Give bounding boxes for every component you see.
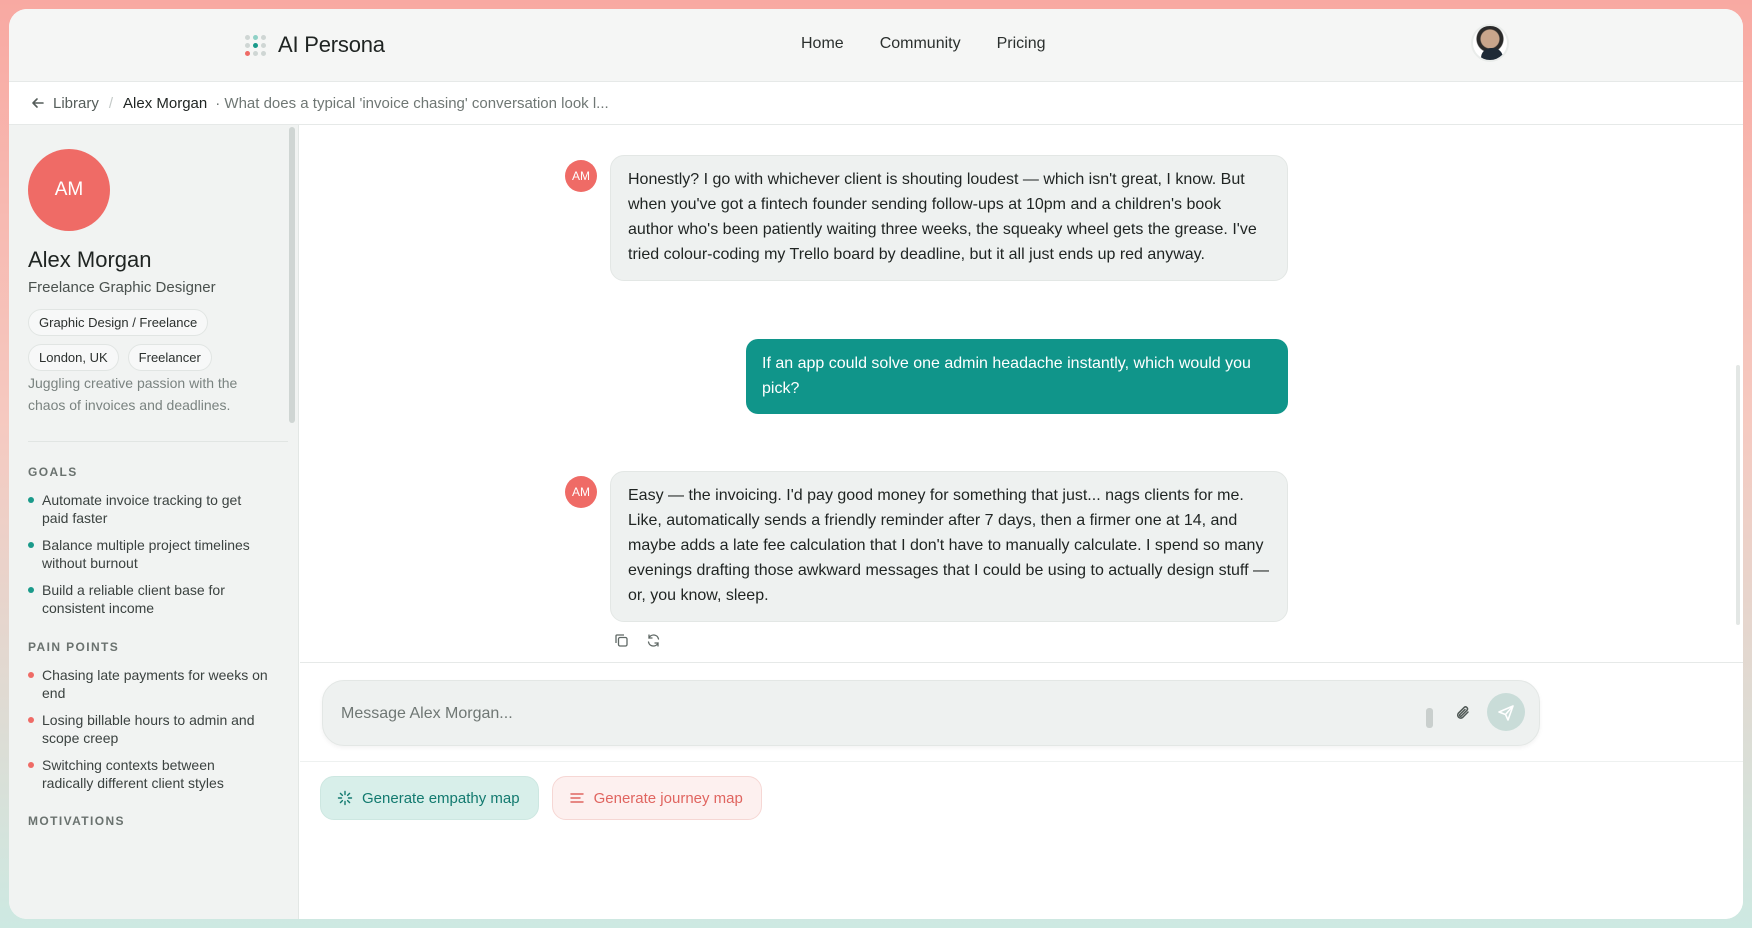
breadcrumb-description: · What does a typical 'invoice chasing' … <box>215 94 609 112</box>
user-avatar[interactable] <box>1471 24 1509 62</box>
goal-item: Automate invoice tracking to get paid fa… <box>28 491 268 527</box>
message-actions <box>612 631 662 649</box>
persona-name: Alex Morgan <box>28 247 152 272</box>
composer-area: Generate empathy map Generate journey ma… <box>300 662 1743 919</box>
breadcrumb: Library / Alex Morgan · What does a typi… <box>9 82 1743 125</box>
input-scrollbar[interactable] <box>1426 708 1433 728</box>
persona-tag: Freelancer <box>127 344 212 371</box>
pain-points-list: Chasing late payments for weeks on end L… <box>28 666 268 801</box>
send-button[interactable] <box>1487 693 1525 731</box>
top-nav: AI Persona Home Community Pricing <box>9 9 1743 82</box>
persona-bio: Juggling creative passion with the chaos… <box>28 375 238 413</box>
goal-item: Balance multiple project timelines witho… <box>28 536 268 572</box>
action-row: Generate empathy map Generate journey ma… <box>320 776 762 820</box>
chat-transcript: AM Honestly? I go with whichever client … <box>300 125 1743 662</box>
pain-point-item: Chasing late payments for weeks on end <box>28 666 268 702</box>
user-message: If an app could solve one admin headache… <box>746 339 1288 414</box>
persona-sidebar: AM Alex Morgan Freelance Graphic Designe… <box>9 125 299 919</box>
message-avatar: AM <box>565 160 597 192</box>
arrow-left-icon <box>32 98 44 108</box>
logo-icon <box>245 34 266 56</box>
breadcrumb-current[interactable]: Alex Morgan <box>123 95 207 112</box>
breadcrumb-back-link[interactable]: Library <box>31 95 99 112</box>
pain-point-item: Switching contexts between radically dif… <box>28 756 268 792</box>
message-input[interactable] <box>341 699 1401 729</box>
app-window: AI Persona Home Community Pricing Librar… <box>9 9 1743 919</box>
assistant-message: Honestly? I go with whichever client is … <box>610 155 1288 281</box>
persona-role: Freelance Graphic Designer <box>28 279 216 296</box>
nav-link-home[interactable]: Home <box>801 35 844 53</box>
empathy-map-label: Generate empathy map <box>362 789 520 807</box>
persona-tag: London, UK <box>28 344 119 371</box>
composer-divider <box>300 761 1743 762</box>
persona-tag: Graphic Design / Freelance <box>28 309 209 336</box>
pain-points-heading: PAIN POINTS <box>28 640 120 654</box>
assistant-message: Easy — the invoicing. I'd pay good money… <box>610 471 1288 622</box>
message-avatar: AM <box>565 476 597 508</box>
message-composer <box>322 680 1540 746</box>
regenerate-icon[interactable] <box>644 631 662 649</box>
pain-point-item: Losing billable hours to admin and scope… <box>28 711 268 747</box>
goals-heading: GOALS <box>28 465 78 479</box>
persona-tags: Graphic Design / Freelance London, UK Fr… <box>28 309 278 371</box>
generate-journey-map-button[interactable]: Generate journey map <box>551 776 762 820</box>
sparkle-icon <box>337 790 353 806</box>
motivations-heading: MOTIVATIONS <box>28 814 125 828</box>
goal-item: Build a reliable client base for consist… <box>28 581 268 617</box>
send-icon <box>1498 705 1514 721</box>
paperclip-icon[interactable] <box>1453 703 1475 725</box>
list-icon <box>569 793 584 803</box>
breadcrumb-separator: / <box>108 94 114 112</box>
nav-links: Home Community Pricing <box>801 35 1046 53</box>
copy-icon[interactable] <box>612 631 630 649</box>
nav-link-pricing[interactable]: Pricing <box>997 35 1046 53</box>
sidebar-scrollbar[interactable] <box>289 127 295 423</box>
chat-scrollbar[interactable] <box>1736 365 1740 625</box>
nav-link-community[interactable]: Community <box>880 35 961 53</box>
persona-avatar: AM <box>28 149 110 231</box>
app-name: AI Persona <box>278 32 385 57</box>
goals-list: Automate invoice tracking to get paid fa… <box>28 491 268 626</box>
breadcrumb-library: Library <box>53 94 99 112</box>
journey-map-label: Generate journey map <box>593 789 743 807</box>
sidebar-divider <box>28 441 288 442</box>
logo[interactable]: AI Persona <box>245 32 385 58</box>
generate-empathy-map-button[interactable]: Generate empathy map <box>320 776 539 820</box>
